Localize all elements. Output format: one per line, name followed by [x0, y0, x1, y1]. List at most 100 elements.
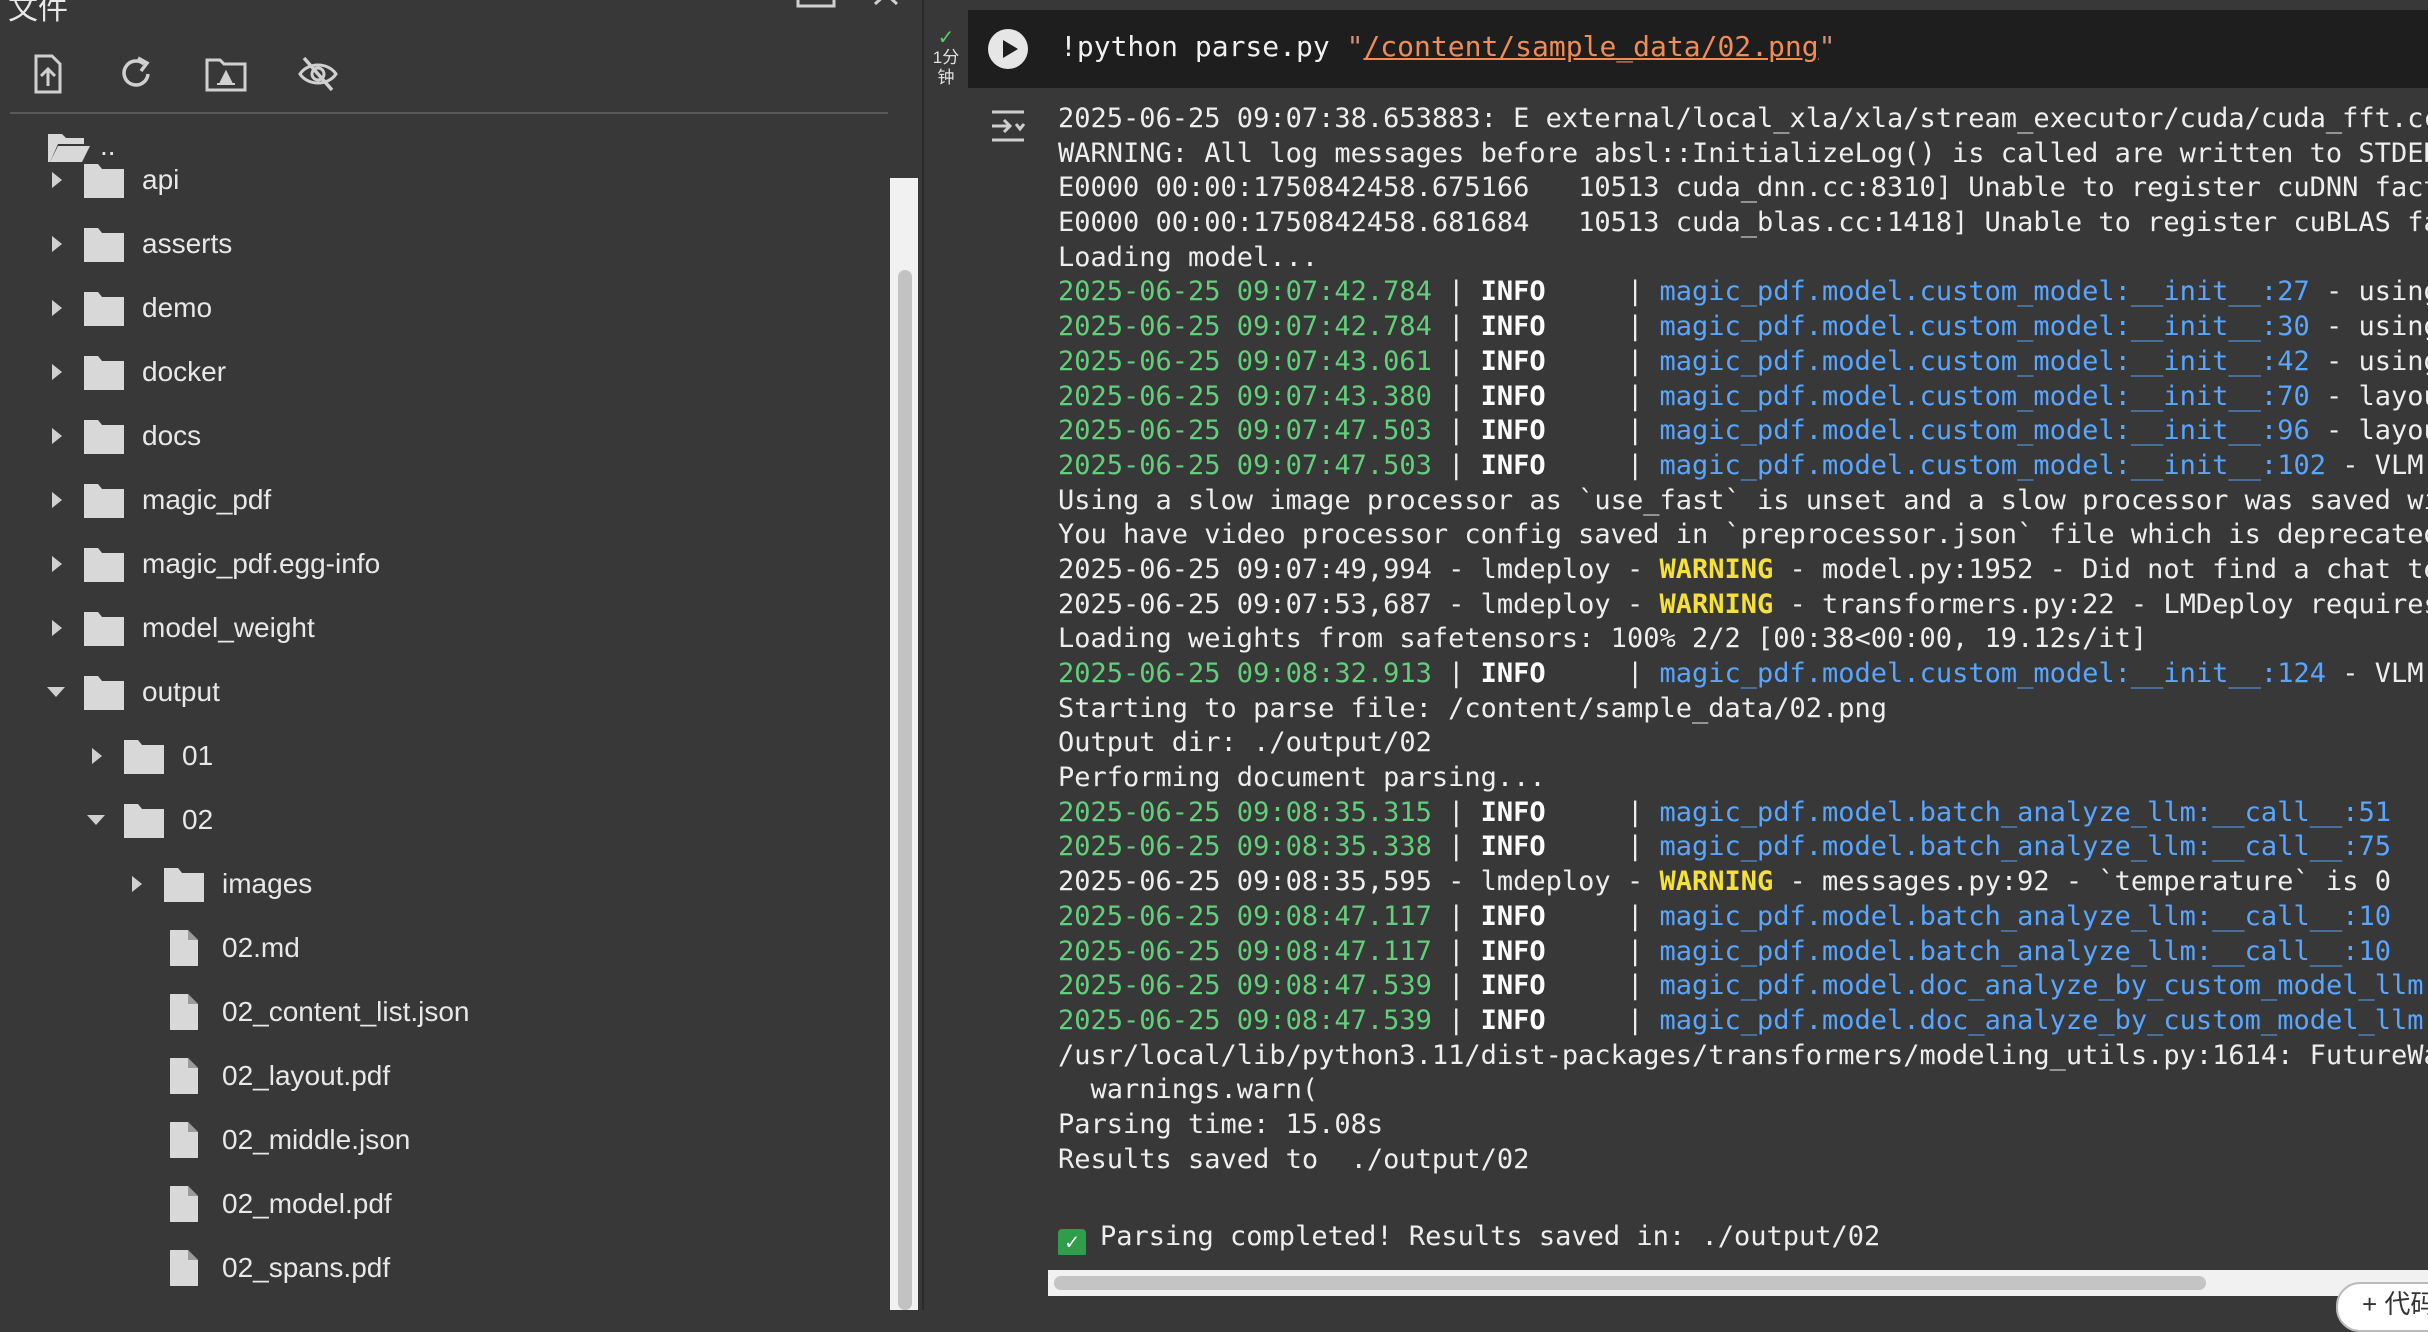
log-timestamp: 2025-06-25 09:08:47.539 — [1058, 1004, 1432, 1036]
warn-message: - messages.py:92 - `temperature` is 0 — [1773, 866, 2391, 898]
output-text-span: 2025-06-25 09:07:38.653883: E external/l… — [1058, 103, 2428, 134]
output-line: Results saved to ./output/02 — [1058, 1143, 2428, 1178]
file-row[interactable]: 02_spans.pdf — [124, 1242, 390, 1294]
chevron-right-icon[interactable] — [84, 744, 108, 768]
file-row[interactable]: 02_model.pdf — [124, 1178, 392, 1230]
log-level: INFO — [1480, 311, 1546, 343]
cell-gutter — [924, 0, 968, 1310]
file-row[interactable]: 02_middle.json — [124, 1114, 410, 1166]
output-text-span: E0000 00:00:1750842458.675166 10513 cuda… — [1058, 172, 2428, 204]
chevron-right-icon[interactable] — [44, 360, 68, 384]
log-timestamp: 2025-06-25 09:07:43.061 — [1058, 345, 1432, 377]
folder-icon — [84, 548, 124, 582]
code-line[interactable]: !python parse.py "/content/sample_data/0… — [1060, 30, 1835, 63]
output-line: 2025-06-25 09:07:49,994 - lmdeploy - WAR… — [1058, 553, 2428, 588]
chevron-right-icon[interactable] — [44, 424, 68, 448]
code-quote-open: " — [1346, 30, 1364, 63]
mount-drive-icon[interactable] — [204, 52, 248, 96]
output-text-span: Results saved to ./output/02 — [1058, 1143, 1530, 1175]
chevron-right-icon[interactable] — [44, 552, 68, 576]
add-code-chip[interactable]: + 代码 — [2336, 1282, 2428, 1332]
folder-row[interactable]: api — [44, 154, 179, 206]
warn-level: WARNING — [1659, 588, 1774, 620]
log-message: - layout — [2325, 380, 2428, 412]
warn-prefix: 2025-06-25 09:07:49,994 - lmdeploy - — [1058, 553, 1660, 585]
toolbar-divider — [10, 112, 888, 114]
chevron-right-icon[interactable] — [44, 168, 68, 192]
output-text-span: Loading model... — [1058, 241, 1319, 273]
log-level: INFO — [1480, 935, 1546, 967]
folder-row[interactable]: docker — [44, 346, 226, 398]
tree-item-label: magic_pdf.egg-info — [142, 548, 381, 579]
log-level: INFO — [1480, 831, 1546, 863]
panel-scrollbar-thumb[interactable] — [898, 270, 912, 1310]
folder-row[interactable]: docs — [44, 410, 201, 462]
log-level: INFO — [1480, 345, 1546, 377]
cell-output: 2025-06-25 09:07:38.653883: E external/l… — [968, 88, 2428, 1310]
new-window-icon[interactable] — [796, 0, 836, 10]
tree-item-label: api — [142, 164, 180, 195]
output-line: E0000 00:00:1750842458.681684 10513 cuda… — [1058, 206, 2428, 241]
folder-row[interactable]: magic_pdf.egg-info — [44, 538, 380, 590]
tree-item-label: 02.md — [222, 932, 300, 963]
output-line: Parsing time: 15.08s — [1058, 1108, 2428, 1143]
file-row[interactable]: 02_content_list.json — [124, 986, 470, 1038]
output-line: Loading model... — [1058, 241, 2428, 276]
code-cell-input[interactable]: !python parse.py "/content/sample_data/0… — [968, 10, 2428, 88]
output-line: 2025-06-25 09:08:35,595 - lmdeploy - WAR… — [1058, 865, 2428, 900]
output-actions-icon[interactable] — [988, 106, 1028, 146]
output-text-span: /usr/local/lib/python3.11/dist-packages/… — [1058, 1039, 2428, 1071]
output-line: You have video processor config saved in… — [1058, 518, 2428, 553]
folder-row[interactable]: 01 — [84, 730, 213, 782]
log-level: INFO — [1480, 415, 1546, 447]
log-message: - layout — [2325, 415, 2428, 447]
folder-row[interactable]: output — [44, 666, 220, 718]
play-icon — [1003, 40, 1018, 58]
folder-row[interactable]: asserts — [44, 218, 232, 270]
folder-row[interactable]: images — [124, 858, 312, 910]
chevron-right-icon[interactable] — [44, 296, 68, 320]
folder-icon — [84, 676, 124, 710]
output-line: /usr/local/lib/python3.11/dist-packages/… — [1058, 1039, 2428, 1074]
code-path-link[interactable]: /content/sample_data/02.png — [1363, 30, 1818, 63]
file-icon — [170, 1058, 198, 1094]
close-icon[interactable] — [872, 0, 900, 10]
folder-icon — [84, 612, 124, 646]
output-text-span: WARNING: All log messages before absl::I… — [1058, 137, 2428, 169]
folder-icon — [84, 164, 124, 198]
file-icon — [170, 1250, 198, 1286]
log-level: INFO — [1480, 796, 1546, 828]
chevron-right-icon[interactable] — [124, 872, 148, 896]
upload-file-icon[interactable] — [26, 52, 70, 96]
folder-row[interactable]: model_weight — [44, 602, 315, 654]
run-cell-button[interactable] — [988, 29, 1028, 69]
warn-level: WARNING — [1659, 553, 1774, 585]
chevron-down-icon[interactable] — [44, 680, 68, 704]
log-timestamp: 2025-06-25 09:08:47.117 — [1058, 900, 1432, 932]
log-module: magic_pdf.model.custom_model:__init__:96 — [1659, 415, 2310, 447]
folder-row[interactable]: 02 — [84, 794, 213, 846]
output-line: 2025-06-25 09:08:32.913 | INFO | magic_p… — [1058, 658, 2424, 689]
warn-message: - transformers.py:22 - LMDeploy requires… — [1789, 588, 2428, 620]
folder-row[interactable]: demo — [44, 282, 212, 334]
chevron-right-icon[interactable] — [44, 232, 68, 256]
log-message: - VLM — [2325, 449, 2424, 481]
chevron-down-icon[interactable] — [84, 808, 108, 832]
file-row[interactable]: 02.md — [124, 922, 300, 974]
chevron-right-icon[interactable] — [44, 616, 68, 640]
log-timestamp: 2025-06-25 09:08:47.539 — [1058, 970, 1432, 1002]
output-line: 2025-06-25 09:08:47.117 | INFO | magic_p… — [1058, 935, 2391, 967]
file-row[interactable]: 02_layout.pdf — [124, 1050, 390, 1102]
exec-time-line1: 1分 — [932, 48, 960, 67]
hide-files-icon[interactable] — [296, 52, 340, 96]
output-line: 2025-06-25 09:07:53,687 - lmdeploy - WAR… — [1058, 588, 2428, 623]
log-module: magic_pdf.model.batch_analyze_llm:__call… — [1659, 831, 2391, 863]
chevron-right-icon[interactable] — [44, 488, 68, 512]
output-hscrollbar-thumb[interactable] — [1054, 1276, 2206, 1290]
output-text-span: Performing document parsing... — [1058, 762, 1546, 794]
refresh-icon[interactable] — [114, 52, 158, 96]
output-line: ✓ Parsing completed! Results saved in: ./… — [1058, 1220, 2428, 1255]
output-text-span: Parsing time: 15.08s — [1058, 1108, 1384, 1140]
folder-row[interactable]: magic_pdf — [44, 474, 271, 526]
log-module: magic_pdf.model.doc_analyze_by_custom_mo… — [1659, 970, 2424, 1002]
